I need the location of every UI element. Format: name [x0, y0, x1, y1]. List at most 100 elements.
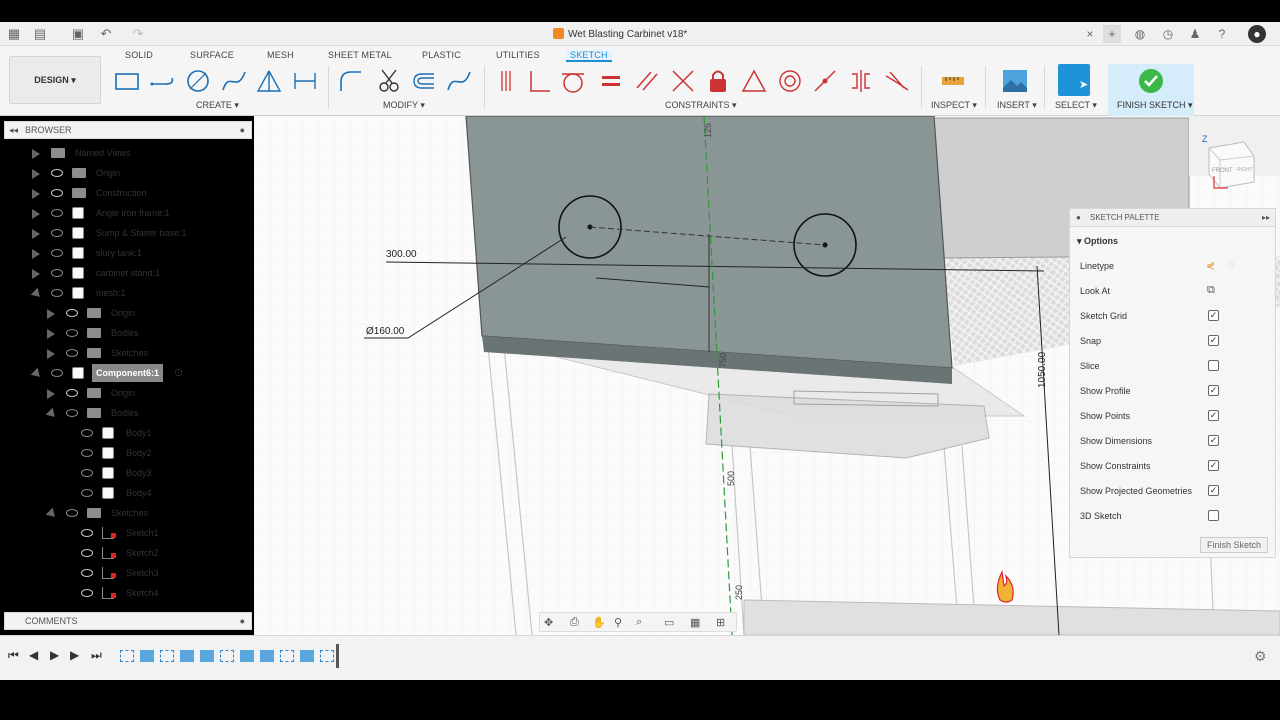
- timeline-extrude-icon[interactable]: [200, 650, 214, 662]
- notifications-icon[interactable]: ♟: [1186, 25, 1204, 43]
- offset-icon[interactable]: [410, 68, 436, 94]
- tangent-icon[interactable]: [560, 68, 586, 94]
- trim-icon[interactable]: [376, 68, 402, 94]
- expand-icon[interactable]: [47, 389, 55, 399]
- timeline-features[interactable]: [120, 644, 342, 668]
- 3d-sketch-checkbox[interactable]: [1208, 510, 1219, 521]
- dim-label-300[interactable]: 300.00: [386, 249, 417, 260]
- collapse-left-icon[interactable]: ◂◂: [9, 122, 18, 138]
- tree-item-carbinet-stand[interactable]: carbinet stand:1: [32, 264, 252, 282]
- symmetry-icon[interactable]: [848, 68, 874, 94]
- curvature-icon[interactable]: [884, 68, 910, 94]
- eye-icon[interactable]: [81, 529, 93, 537]
- pin-icon[interactable]: ●: [240, 613, 245, 629]
- tree-item-sketch2[interactable]: Sketch2: [81, 544, 251, 562]
- play-icon[interactable]: ▶: [50, 648, 59, 662]
- activate-radio-icon[interactable]: ⊙: [174, 364, 183, 382]
- create-group-label[interactable]: CREATE ▾: [196, 100, 239, 111]
- tree-item-body4[interactable]: Body4: [81, 484, 251, 502]
- eye-icon[interactable]: [66, 509, 78, 517]
- expand-icon[interactable]: [32, 209, 40, 219]
- timeline-sketch-icon[interactable]: [160, 650, 174, 662]
- expand-icon[interactable]: [32, 229, 40, 239]
- look-at-icon[interactable]: ⧉: [1207, 284, 1215, 297]
- tree-item-sketch3[interactable]: Sketch3: [81, 564, 251, 582]
- tree-item-sketch4[interactable]: Sketch4: [81, 584, 251, 602]
- linetype-centerline-icon[interactable]: ◌: [1228, 259, 1235, 271]
- tree-item-body2[interactable]: Body2: [81, 444, 251, 462]
- triangle-icon[interactable]: [741, 68, 767, 94]
- select-icon[interactable]: ➤: [1058, 64, 1090, 96]
- tree-item-angle-iron-frame[interactable]: Angle iron frame:1: [32, 204, 252, 222]
- expand-icon[interactable]: [32, 269, 40, 279]
- expand-icon[interactable]: [32, 149, 40, 159]
- dim-label-125[interactable]: 125: [703, 123, 713, 138]
- expand-icon[interactable]: [32, 169, 40, 179]
- fillet-icon[interactable]: [338, 68, 364, 94]
- eye-icon[interactable]: [81, 469, 93, 477]
- show-points-checkbox[interactable]: ✓: [1208, 410, 1219, 421]
- timeline-extrude-icon[interactable]: [140, 650, 154, 662]
- step-back-icon[interactable]: ◀: [29, 648, 38, 662]
- midpoint-icon[interactable]: [812, 68, 838, 94]
- eye-icon[interactable]: [81, 549, 93, 557]
- new-tab-icon[interactable]: +: [1103, 25, 1121, 43]
- sketch-grid-checkbox[interactable]: ✓: [1208, 310, 1219, 321]
- tree-item-mesh-bodies[interactable]: Bodies: [47, 324, 252, 342]
- tree-item-construction[interactable]: Construction: [32, 184, 252, 202]
- workspace-dropdown[interactable]: DESIGN ▾: [9, 56, 101, 104]
- eye-icon[interactable]: [51, 289, 63, 297]
- finish-sketch-button[interactable]: FINISH SKETCH ▾: [1108, 64, 1194, 116]
- timeline-extrude-icon[interactable]: [260, 650, 274, 662]
- timeline-extrude-icon[interactable]: [180, 650, 194, 662]
- dim-label-diameter[interactable]: Ø160.00: [366, 326, 405, 337]
- settings-gear-icon[interactable]: ⚙: [1254, 648, 1267, 665]
- mirror-icon[interactable]: [256, 68, 282, 94]
- show-constraints-checkbox[interactable]: ✓: [1208, 460, 1219, 471]
- tree-item-sump-stairer-base[interactable]: Sump & Stairer base:1: [32, 224, 252, 242]
- pan-icon[interactable]: ✋: [592, 616, 606, 629]
- grid-settings-icon[interactable]: ▦: [690, 616, 700, 629]
- undo-icon[interactable]: ↶: [98, 26, 114, 42]
- show-projected-geometries-checkbox[interactable]: ✓: [1208, 485, 1219, 496]
- measure-icon[interactable]: [940, 68, 966, 94]
- tree-item-origin[interactable]: Origin: [32, 164, 252, 182]
- file-icon[interactable]: ▤: [32, 26, 48, 42]
- timeline-sketch-icon[interactable]: [280, 650, 294, 662]
- go-to-end-icon[interactable]: ⏭: [91, 648, 102, 663]
- rectangle-icon[interactable]: [114, 68, 140, 94]
- horizontal-vertical-icon[interactable]: [494, 68, 520, 94]
- expand-icon[interactable]: [32, 189, 40, 199]
- viewports-icon[interactable]: ⊞: [716, 616, 725, 629]
- look-at-nav-icon[interactable]: ⎙: [570, 616, 579, 629]
- tab-plastic[interactable]: PLASTIC: [422, 50, 461, 60]
- tree-item-component6-sketches[interactable]: Sketches: [45, 504, 252, 522]
- eye-icon[interactable]: [66, 309, 78, 317]
- job-status-icon[interactable]: ◷: [1159, 25, 1177, 43]
- expand-icon[interactable]: [47, 309, 55, 319]
- expand-icon[interactable]: [47, 329, 55, 339]
- orbit-icon[interactable]: ✥: [544, 616, 553, 629]
- grid-icon[interactable]: ▦: [6, 26, 22, 42]
- tab-solid[interactable]: SOLID: [125, 50, 153, 60]
- tab-surface[interactable]: SURFACE: [190, 50, 234, 60]
- concentric-icon[interactable]: [777, 68, 803, 94]
- pin-icon[interactable]: ●: [240, 122, 245, 138]
- eye-icon[interactable]: [51, 209, 63, 217]
- circle-icon[interactable]: [185, 68, 211, 94]
- timeline-extrude-icon[interactable]: [240, 650, 254, 662]
- tab-sheet-metal[interactable]: SHEET METAL: [328, 50, 392, 60]
- modify-group-label[interactable]: MODIFY ▾: [383, 100, 425, 111]
- linetype-construction-icon[interactable]: ⋞: [1206, 259, 1215, 272]
- tab-mesh[interactable]: MESH: [267, 50, 294, 60]
- conic-curve-icon[interactable]: [446, 68, 472, 94]
- viewcube-front-label[interactable]: FRONT: [1212, 168, 1233, 174]
- spline-icon[interactable]: [221, 68, 247, 94]
- tree-item-sketch1[interactable]: Sketch1: [81, 524, 251, 542]
- parallel-icon[interactable]: [634, 68, 660, 94]
- help-icon[interactable]: ?: [1213, 25, 1231, 43]
- options-section-toggle[interactable]: ▾ Options: [1077, 236, 1118, 247]
- eye-icon[interactable]: [66, 389, 78, 397]
- insert-image-icon[interactable]: [1002, 68, 1028, 94]
- dim-label-750[interactable]: 750: [718, 353, 728, 368]
